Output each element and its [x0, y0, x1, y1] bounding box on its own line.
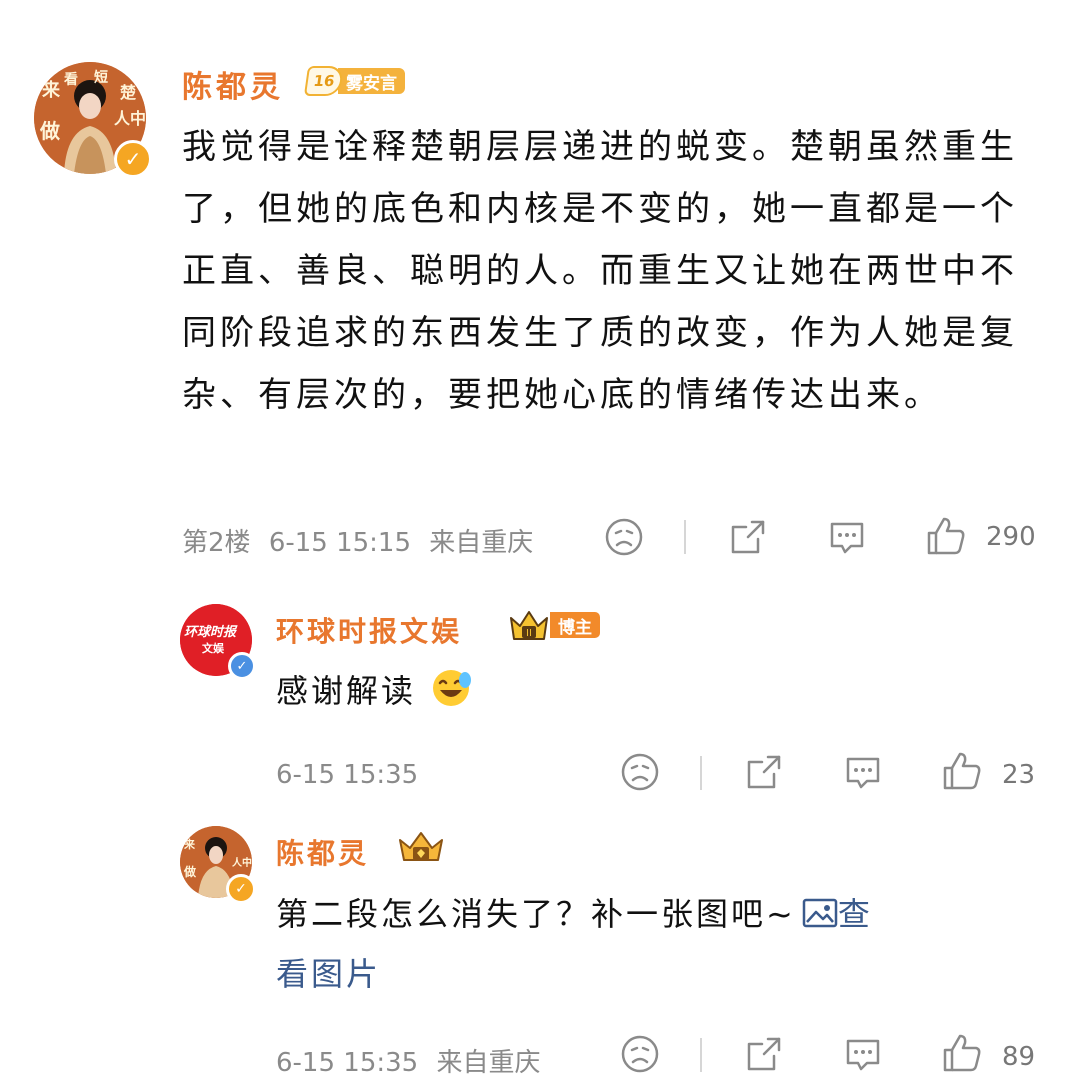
- svg-text:来: 来: [183, 837, 196, 851]
- verified-badge-icon: ✓: [114, 140, 152, 178]
- like-icon[interactable]: [925, 515, 967, 557]
- svg-text:人中: 人中: [114, 109, 146, 128]
- like-icon[interactable]: [941, 750, 983, 792]
- laughing-tears-emoji-icon: [433, 670, 472, 706]
- fan-level-badge[interactable]: 16 雾安言: [303, 66, 405, 96]
- timestamp: 6-15 15:35: [276, 760, 419, 790]
- reply-comment-2: 来 人中 做 ✓ 陈都灵 第二段怎么消失了？补一张图吧~ 查看图片 6-15 1…: [0, 820, 1070, 1080]
- view-image-text-2[interactable]: 看图片: [276, 955, 381, 993]
- crown-icon[interactable]: [396, 830, 446, 866]
- comment-text-content: 感谢解读: [276, 672, 417, 710]
- crown-icon: II: [510, 611, 548, 640]
- view-image-text-1[interactable]: 查: [838, 895, 873, 933]
- comment-text: 第二段怎么消失了？补一张图吧~ 查看图片: [276, 884, 1036, 1004]
- svg-text:短: 短: [94, 69, 108, 86]
- svg-text:II: II: [526, 628, 532, 639]
- blogger-badge[interactable]: II 博主: [508, 608, 600, 642]
- username[interactable]: 陈都灵: [182, 62, 284, 106]
- comment-1: 来 看 短 楚 做 人中 ✓ 陈都灵 16 雾安言 我觉得是诠释楚朝层层递进的蜕…: [0, 0, 1070, 580]
- divider: [700, 756, 702, 790]
- avatar[interactable]: 来 人中 做 ✓: [180, 826, 256, 904]
- floor-number: 第2楼: [182, 528, 251, 558]
- verified-badge-icon: ✓: [228, 652, 256, 680]
- image-icon: [802, 898, 838, 928]
- svg-text:环球时报: 环球时报: [184, 624, 238, 640]
- comment-text: 感谢解读: [276, 666, 473, 715]
- share-icon[interactable]: [728, 517, 768, 557]
- svg-text:楚: 楚: [120, 83, 137, 102]
- svg-text:文娱: 文娱: [202, 641, 225, 655]
- share-icon[interactable]: [744, 1034, 784, 1074]
- blogger-tag: 博主: [550, 612, 600, 638]
- svg-text:来: 来: [41, 80, 61, 101]
- svg-text:做: 做: [39, 119, 61, 143]
- like-icon[interactable]: [941, 1032, 983, 1074]
- like-count: 290: [986, 522, 1036, 552]
- reply-icon[interactable]: [843, 1034, 883, 1074]
- divider: [684, 520, 686, 554]
- comment-meta: 6-15 15:35 来自重庆: [276, 1042, 540, 1079]
- reply-icon[interactable]: [843, 752, 883, 792]
- avatar[interactable]: 环球时报 文娱 ✓: [180, 604, 256, 680]
- dislike-icon[interactable]: [620, 752, 660, 792]
- fan-badge-label: 雾安言: [338, 68, 405, 94]
- timestamp: 6-15 15:35: [276, 1048, 419, 1078]
- divider: [700, 1038, 702, 1072]
- comment-text-content: 第二段怎么消失了？补一张图吧~: [276, 895, 796, 933]
- verified-badge-icon: ✓: [226, 874, 256, 904]
- username[interactable]: 环球时报文娱: [276, 610, 462, 650]
- username[interactable]: 陈都灵: [276, 832, 369, 872]
- svg-text:人中: 人中: [232, 856, 252, 869]
- location: 来自重庆: [436, 1048, 541, 1078]
- comment-meta: 第2楼 6-15 15:15 来自重庆: [182, 522, 533, 559]
- comment-text: 我觉得是诠释楚朝层层递进的蜕变。楚朝虽然重生了，但她的底色和内核是不变的，她一直…: [182, 127, 1018, 415]
- svg-text:看: 看: [63, 71, 78, 88]
- avatar[interactable]: 来 看 短 楚 做 人中 ✓: [34, 62, 152, 178]
- reply-icon[interactable]: [827, 517, 867, 557]
- location: 来自重庆: [429, 528, 534, 558]
- svg-text:做: 做: [183, 864, 197, 879]
- reply-comment-1: 环球时报 文娱 ✓ 环球时报文娱 II 博主 感谢解读 6-15 15:35 2…: [0, 580, 1070, 820]
- timestamp: 6-15 15:15: [268, 528, 412, 558]
- dislike-icon[interactable]: [604, 517, 644, 557]
- like-count: 23: [1002, 760, 1036, 790]
- share-icon[interactable]: [744, 752, 784, 792]
- dislike-icon[interactable]: [620, 1034, 660, 1074]
- like-count: 89: [1002, 1042, 1036, 1072]
